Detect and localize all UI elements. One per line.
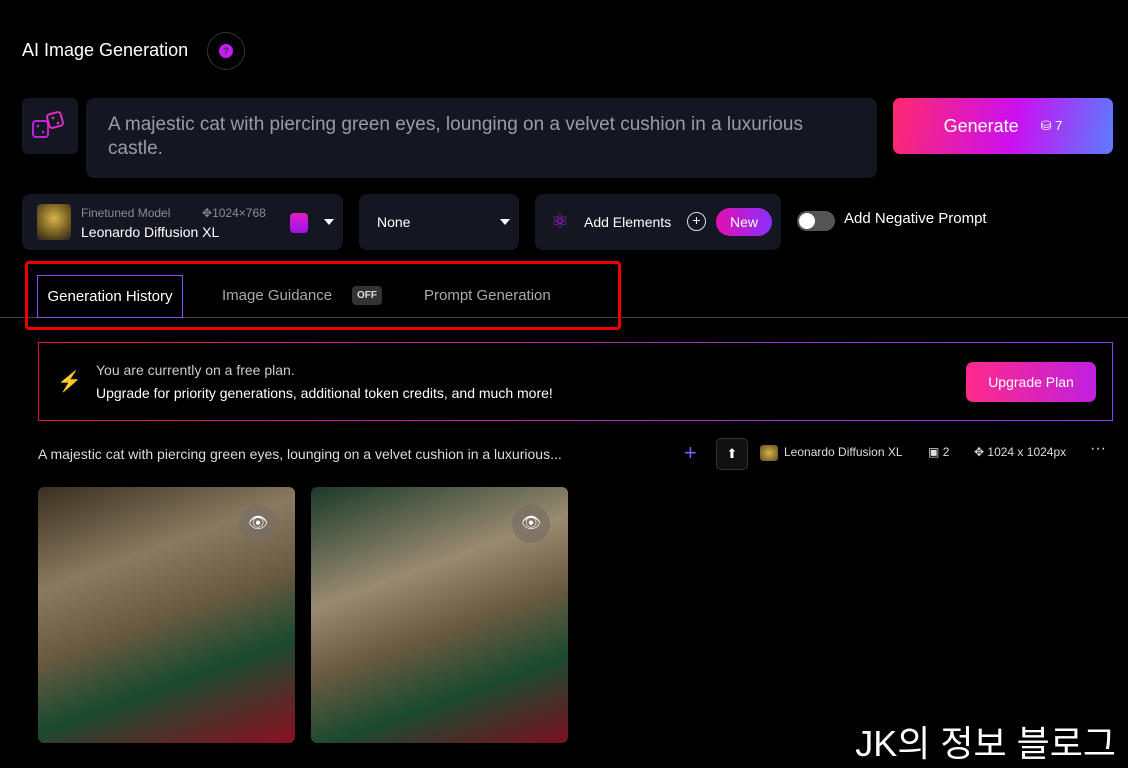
model-name: Leonardo Diffusion XL xyxy=(81,224,220,240)
page-title: AI Image Generation xyxy=(22,40,189,60)
coins-icon: ⛁ xyxy=(1040,118,1052,133)
highlight-box xyxy=(25,261,621,330)
model-caption: Finetuned Model xyxy=(81,206,171,220)
question-icon: ? xyxy=(219,44,233,58)
random-prompt-button[interactable] xyxy=(22,98,78,154)
banner-line2: Upgrade for priority generations, additi… xyxy=(96,385,553,401)
history-prompt: A majestic cat with piercing green eyes,… xyxy=(38,446,562,462)
more-options-icon[interactable]: ··· xyxy=(1090,440,1106,458)
generate-label: Generate xyxy=(943,115,1019,136)
history-model: Leonardo Diffusion XL xyxy=(784,445,903,459)
generated-image-2[interactable]: 👁 xyxy=(311,487,568,743)
lightning-icon: ⚡ xyxy=(57,371,82,393)
cost-value: 7 xyxy=(1055,118,1063,133)
chevron-down-icon xyxy=(500,219,510,225)
add-elements-button[interactable]: ⚛ Add Elements + New xyxy=(535,194,781,250)
eye-icon[interactable]: 👁 xyxy=(239,505,277,543)
eye-icon[interactable]: 👁 xyxy=(512,505,550,543)
chevron-down-icon xyxy=(324,219,334,225)
prompt-input[interactable]: A majestic cat with piercing green eyes,… xyxy=(86,98,877,178)
watermark: JK의 정보 블로그 xyxy=(855,723,1116,764)
banner-line1: You are currently on a free plan. xyxy=(96,362,295,378)
new-badge: New xyxy=(716,208,772,236)
token-cost: ⛁ 7 xyxy=(1041,118,1063,134)
plus-circle-icon: + xyxy=(687,212,706,231)
free-plan-banner: ⚡ You are currently on a free plan. Upgr… xyxy=(38,342,1113,421)
plus-icon[interactable]: + xyxy=(684,440,697,466)
help-button[interactable]: ? xyxy=(207,32,245,70)
model-selector[interactable]: Finetuned Model ✥1024×768 Leonardo Diffu… xyxy=(22,194,343,250)
image-size: ✥ 1024 x 1024px xyxy=(974,445,1067,459)
move-icon: ✥ xyxy=(974,445,985,459)
dice-icon xyxy=(32,111,64,138)
arrow-up-button[interactable]: ⬆ xyxy=(716,438,748,470)
image-count: ▣ 2 xyxy=(928,445,950,459)
upgrade-plan-button[interactable]: Upgrade Plan xyxy=(966,362,1096,402)
style-value: None xyxy=(377,214,411,230)
model-thumbnail xyxy=(37,204,71,240)
move-icon: ✥ xyxy=(202,206,213,220)
model-dimensions: ✥1024×768 xyxy=(202,206,266,220)
add-elements-label: Add Elements xyxy=(584,214,672,230)
atom-icon: ⚛ xyxy=(551,211,569,233)
images-icon: ▣ xyxy=(928,445,940,459)
negative-prompt-toggle[interactable] xyxy=(797,211,835,231)
style-select[interactable]: None xyxy=(359,194,519,250)
model-thumbnail-small xyxy=(760,445,778,461)
generated-image-1[interactable]: 👁 xyxy=(38,487,295,743)
negative-prompt-label: Add Negative Prompt xyxy=(844,210,987,227)
generate-button[interactable]: Generate ⛁ 7 xyxy=(893,98,1113,154)
note-icon[interactable] xyxy=(290,213,308,233)
